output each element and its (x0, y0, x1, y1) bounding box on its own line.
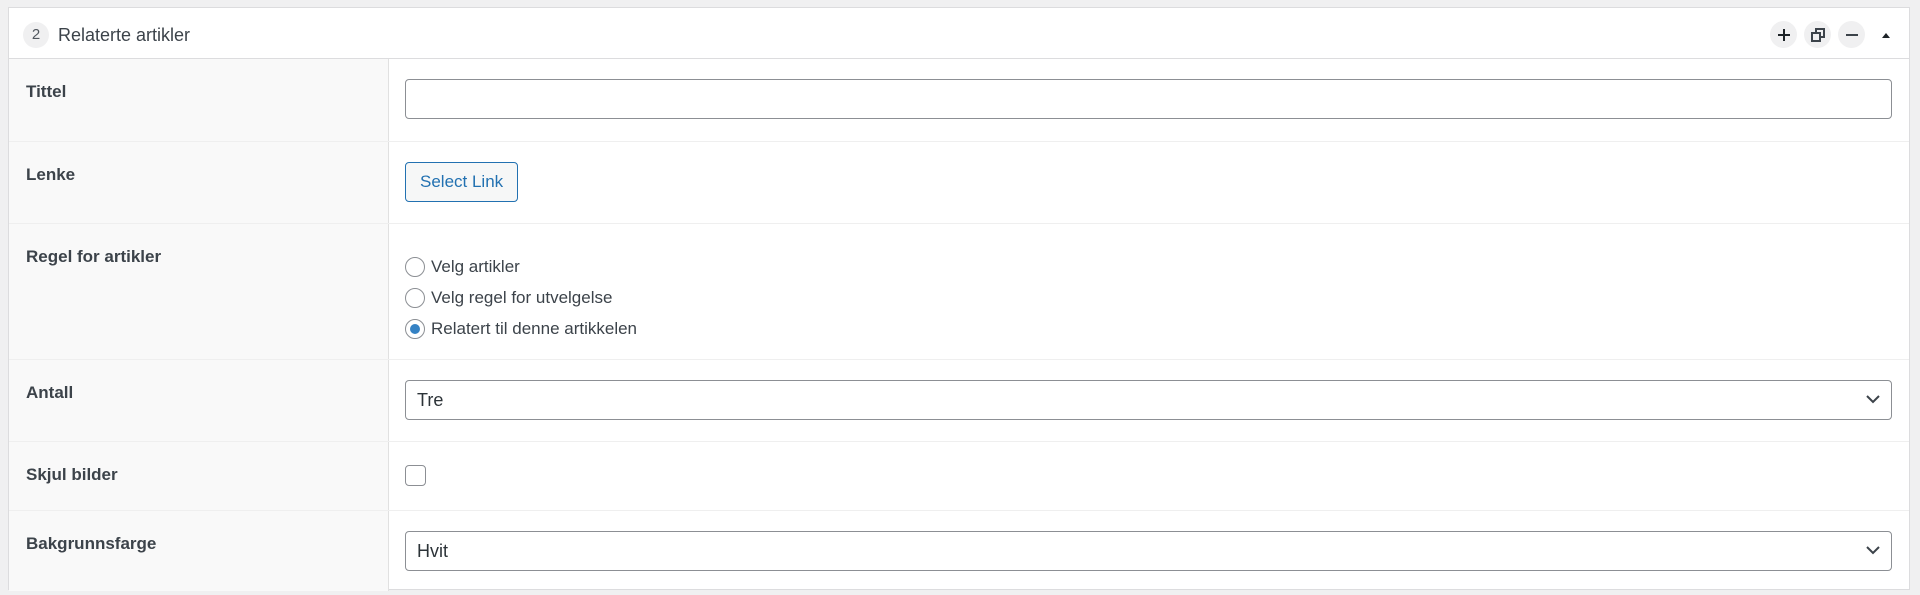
tittel-input[interactable] (405, 79, 1892, 119)
chevron-down-icon (1866, 546, 1880, 555)
panel-header[interactable]: 2 Relaterte artikler (9, 8, 1909, 59)
plus-icon (1777, 28, 1790, 41)
radio-option-relatert[interactable]: Relatert til denne artikkelen (405, 313, 637, 344)
antall-select[interactable]: Tre (405, 380, 1892, 420)
field-label-antall: Antall (26, 383, 74, 402)
select-link-button[interactable]: Select Link (405, 162, 519, 202)
collapse-layout-button[interactable] (1872, 21, 1899, 48)
add-layout-button[interactable] (1770, 21, 1797, 48)
panel-title: Relaterte artikler (58, 25, 191, 45)
bakgrunnsfarge-select[interactable]: Hvit (405, 531, 1892, 571)
field-label-bakgrunnsfarge: Bakgrunnsfarge (26, 534, 157, 553)
radio-label: Relatert til denne artikkelen (431, 318, 638, 338)
radio-label: Velg artikler (431, 256, 520, 276)
field-label-skjul-bilder: Skjul bilder (26, 465, 118, 484)
order-badge: 2 (23, 22, 49, 48)
fields-table: Tittel Lenke Select Link Regel for artik… (9, 59, 1909, 591)
caret-up-icon (1881, 32, 1890, 38)
chevron-down-icon (1866, 395, 1880, 404)
antall-selected-value: Tre (417, 390, 444, 410)
field-row-bakgrunnsfarge: Bakgrunnsfarge Hvit (9, 510, 1909, 591)
minus-icon (1845, 33, 1858, 36)
bakgrunnsfarge-selected-value: Hvit (417, 541, 448, 561)
field-label-regel: Regel for artikler (26, 247, 162, 266)
duplicate-layout-button[interactable] (1804, 21, 1831, 48)
field-label-lenke: Lenke (26, 165, 76, 184)
radio-button[interactable] (405, 287, 425, 308)
radio-button[interactable] (405, 256, 425, 277)
radio-option-velg-artikler[interactable]: Velg artikler (405, 251, 637, 282)
radio-label: Velg regel for utvelgelse (431, 287, 613, 307)
regel-radio-group: Velg artikler Velg regel for utvelgelse … (405, 251, 637, 344)
remove-layout-button[interactable] (1838, 21, 1865, 48)
radio-button-checked[interactable] (405, 318, 425, 339)
duplicate-icon (1810, 27, 1825, 42)
field-label-tittel: Tittel (26, 82, 67, 101)
field-row-tittel: Tittel (9, 59, 1909, 141)
layout-panel: 2 Relaterte artikler Tittel Lenke Select… (8, 7, 1910, 591)
field-row-regel: Regel for artikler Velg artikler Velg re… (9, 223, 1909, 359)
field-row-lenke: Lenke Select Link (9, 141, 1909, 223)
field-row-skjul-bilder: Skjul bilder (9, 441, 1909, 510)
radio-option-velg-regel[interactable]: Velg regel for utvelgelse (405, 282, 637, 313)
skjul-bilder-checkbox[interactable] (405, 465, 426, 486)
field-row-antall: Antall Tre (9, 359, 1909, 441)
